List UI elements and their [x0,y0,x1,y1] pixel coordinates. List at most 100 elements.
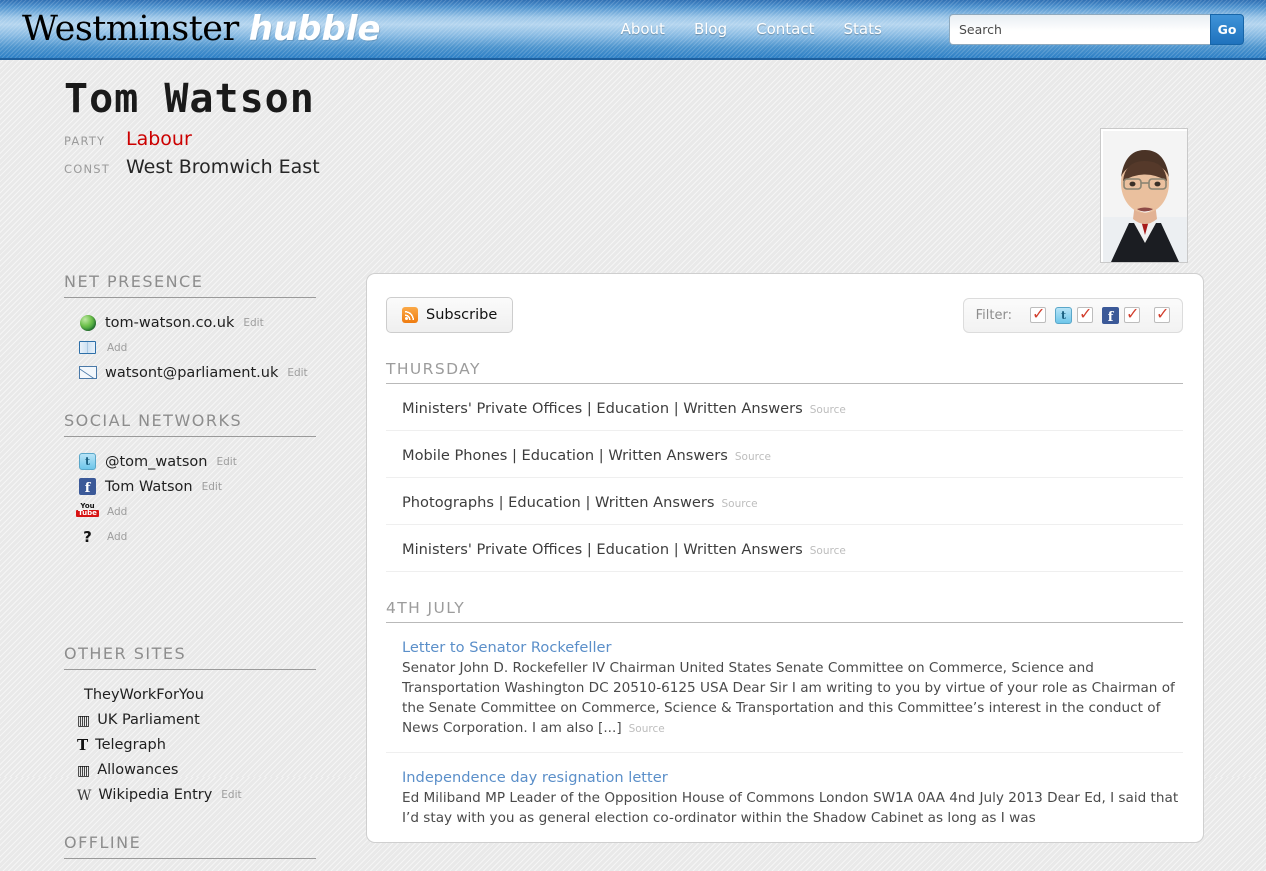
facebook-icon: f [1102,306,1119,324]
site-header: Westminster hubble About Blog Contact St… [0,0,1266,60]
logo-primary-text: Westminster [22,8,239,49]
website-edit-link[interactable]: Edit [243,317,263,329]
feed-entry-body: Ministers' Private Offices | Education |… [402,398,1183,417]
mail-icon [77,366,98,379]
sidebar-item-facebook[interactable]: f Tom Watson Edit [64,474,316,499]
book-add-link[interactable]: Add [107,342,127,354]
feed-entry-body: Photographs | Education | Written Answer… [402,492,1183,511]
party-row: PARTY Labour [64,128,1266,150]
feed-panel: Subscribe Filter: t f [366,273,1204,843]
site-logo[interactable]: Westminster hubble [22,8,381,49]
feed-entry-title-link[interactable]: Independence day resignation letter [402,769,668,786]
facebook-name-link[interactable]: Tom Watson [105,479,193,495]
portcullis-icon: ▥ [77,763,91,779]
feed-entry-description-text: Ed Miliband MP Leader of the Opposition … [402,789,1179,826]
sidebar-heading-social-networks: SOCIAL NETWORKS [64,411,316,437]
portrait-image [1103,131,1187,262]
sidebar-item-allowances[interactable]: ▥ Allowances [64,757,316,782]
page-body: Tom Watson PARTY Labour CONST West Bromw… [0,60,1266,859]
feed-entry-body: Ministers' Private Offices | Education |… [402,539,1183,558]
page-title: Tom Watson [64,76,315,122]
twitter-edit-link[interactable]: Edit [216,456,236,468]
unknown-add-link[interactable]: Add [107,531,127,543]
sidebar-item-book[interactable]: Add [64,335,316,360]
book-icon [77,341,98,354]
search-go-button[interactable]: Go [1210,13,1244,45]
sidebar-item-uk-parliament[interactable]: ▥ UK Parliament [64,707,316,732]
subscribe-button[interactable]: Subscribe [386,297,514,333]
feed-entry-title: Mobile Phones | Education | Written Answ… [402,447,728,464]
theyworkforyou-label[interactable]: TheyWorkForYou [84,687,204,703]
twitter-handle-link[interactable]: @tom_watson [105,454,207,470]
filter-checkbox-website[interactable] [1030,304,1046,323]
youtube-add-link[interactable]: Add [107,506,127,518]
sidebar-item-wikipedia[interactable]: W Wikipedia Entry Edit [64,782,316,807]
logo-secondary-text: hubble [248,8,381,49]
feed-entry-description-text: Senator John D. Rockefeller IV Chairman … [402,660,1175,736]
telegraph-label[interactable]: Telegraph [95,737,166,753]
filter-group-theyworkforyou [1149,304,1170,323]
feed-entry-title: Ministers' Private Offices | Education |… [402,541,803,558]
nav-item-contact[interactable]: Contact [756,20,814,38]
email-edit-link[interactable]: Edit [287,367,307,379]
twitter-icon: t [77,453,98,470]
feed-entry-source-link[interactable]: Source [722,498,758,510]
nav-item-about[interactable]: About [621,20,665,38]
feed-entry[interactable]: Letter to Senator Rockefeller Senator Jo… [386,623,1183,753]
telegraph-icon: T [77,736,89,754]
feed-entry-body: Letter to Senator Rockefeller Senator Jo… [402,637,1183,739]
wikipedia-edit-link[interactable]: Edit [221,789,241,801]
website-link[interactable]: tom-watson.co.uk [105,315,234,331]
person-header: Tom Watson PARTY Labour CONST West Bromw… [0,60,1266,208]
constituency-label: CONST [64,162,111,176]
party-value: Labour [126,128,192,150]
nav-item-blog[interactable]: Blog [694,20,727,38]
feed-entry-source-link[interactable]: Source [810,545,846,557]
wikipedia-label[interactable]: Wikipedia Entry [98,787,212,803]
party-label: PARTY [64,134,106,148]
feed-entry-body: Independence day resignation letter Ed M… [402,767,1183,829]
sidebar-item-email[interactable]: watsont@parliament.uk Edit [64,360,316,385]
feed-entry-source-link[interactable]: Source [735,451,771,463]
feed-entry-title-link[interactable]: Letter to Senator Rockefeller [402,639,611,656]
sidebar-item-unknown[interactable]: ? Add [64,524,316,549]
feed-entry-title: Photographs | Education | Written Answer… [402,494,715,511]
feed-date-heading: THURSDAY [386,360,1183,384]
wikipedia-icon: W [77,788,92,804]
filter-label: Filter: [975,307,1012,323]
facebook-edit-link[interactable]: Edit [202,481,222,493]
portcullis-icon: ▥ [77,713,91,729]
feed-entry[interactable]: Photographs | Education | Written Answer… [386,478,1183,525]
sidebar-item-telegraph[interactable]: T Telegraph [64,732,316,757]
sidebar-item-youtube[interactable]: You Tube Add [64,499,316,524]
feed-entry[interactable]: Independence day resignation letter Ed M… [386,753,1183,842]
filter-checkbox-facebook[interactable] [1124,304,1140,323]
search-input[interactable] [949,13,1210,45]
sidebar-heading-other-sites: OTHER SITES [64,644,316,670]
person-photo [1100,128,1188,263]
nav-item-stats[interactable]: Stats [843,20,881,38]
email-link[interactable]: watsont@parliament.uk [105,365,278,381]
sidebar-item-theyworkforyou[interactable]: TheyWorkForYou [64,682,316,707]
feed-entry-source-link[interactable]: Source [629,723,665,735]
feed-entry[interactable]: Mobile Phones | Education | Written Answ… [386,431,1183,478]
feed-entry[interactable]: Ministers' Private Offices | Education |… [386,384,1183,431]
filter-bar: Filter: t f [962,297,1183,333]
sidebar: NET PRESENCE tom-watson.co.uk Edit Add w… [64,272,316,871]
feed-entry-description: Ed Miliband MP Leader of the Opposition … [402,789,1183,829]
filter-checkbox-twitter[interactable] [1077,304,1093,323]
sidebar-heading-offline: OFFLINE [64,833,316,859]
sidebar-item-website[interactable]: tom-watson.co.uk Edit [64,310,316,335]
filter-checkbox-theyworkforyou[interactable] [1154,304,1170,323]
feed-entry[interactable]: Ministers' Private Offices | Education |… [386,525,1183,572]
feed-entry-source-link[interactable]: Source [810,404,846,416]
subscribe-label: Subscribe [426,307,498,323]
filter-group-website [1025,304,1046,323]
allowances-label[interactable]: Allowances [97,762,178,778]
facebook-icon: f [77,478,98,495]
filter-group-facebook: f [1102,304,1140,324]
constituency-row: CONST West Bromwich East [64,156,1266,178]
sidebar-item-twitter[interactable]: t @tom_watson Edit [64,449,316,474]
rss-icon [402,307,418,323]
uk-parliament-label[interactable]: UK Parliament [97,712,200,728]
